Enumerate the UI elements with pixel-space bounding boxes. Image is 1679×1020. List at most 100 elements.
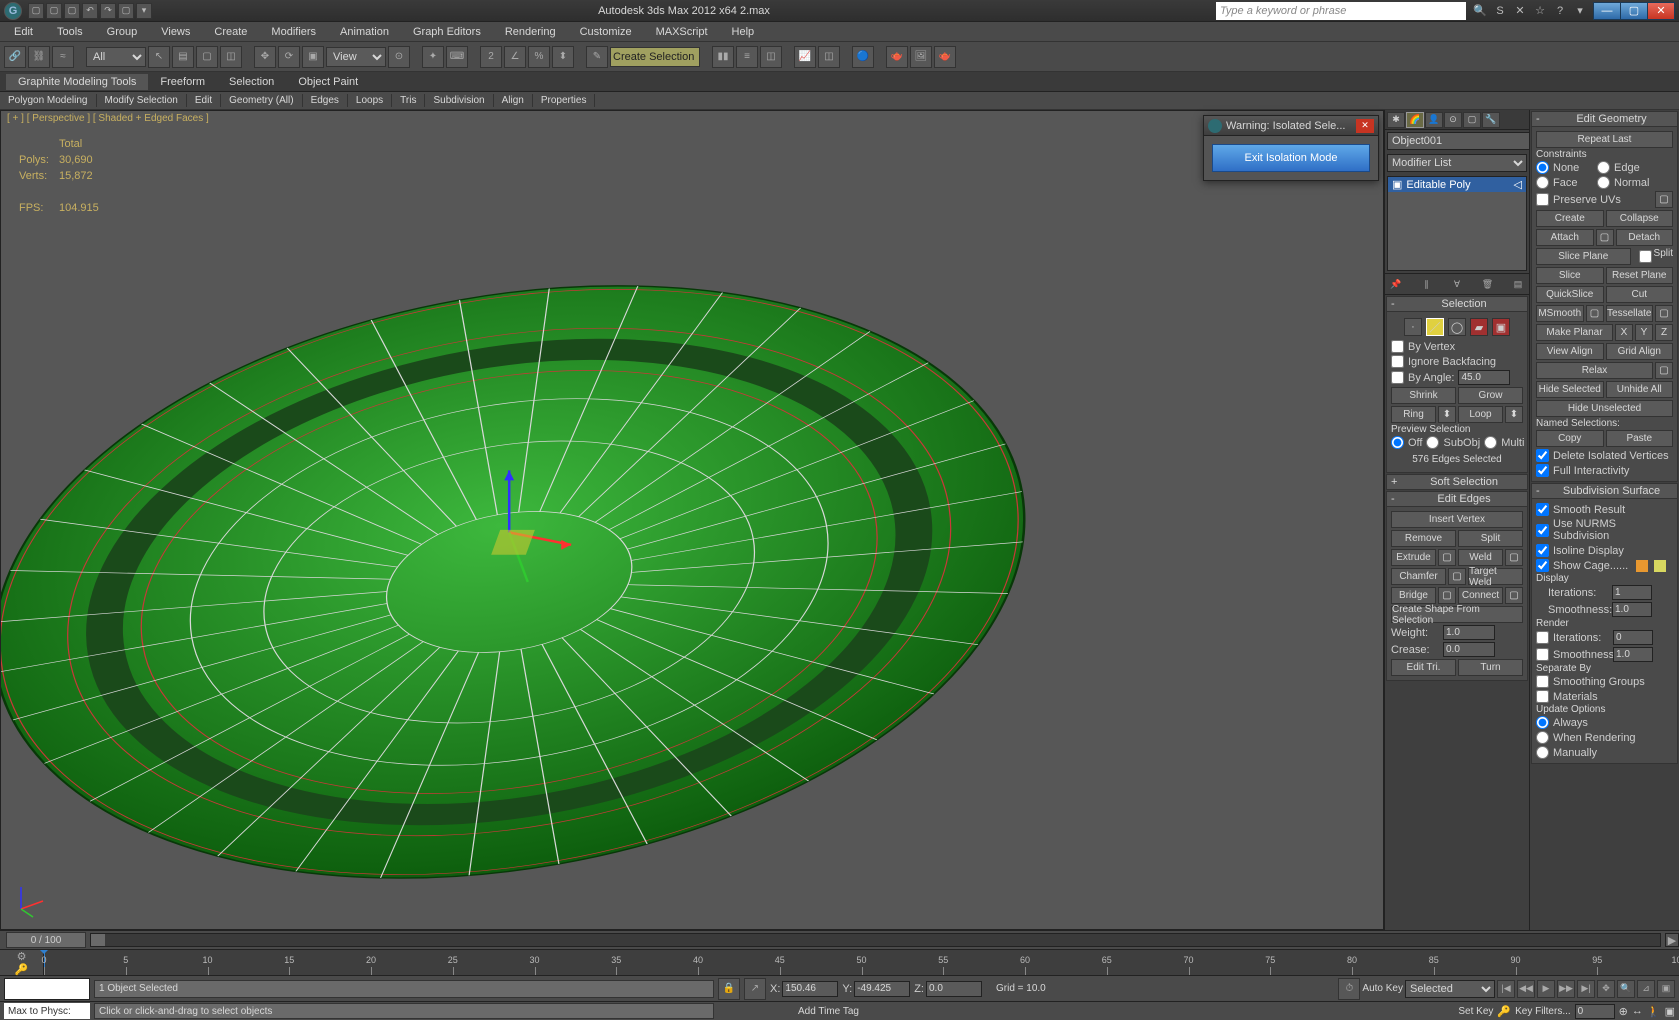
expand-icon[interactable]: ▣ <box>1392 178 1402 191</box>
qat-new-icon[interactable]: ▢ <box>28 3 44 19</box>
hide-selected-button[interactable]: Hide Selected <box>1536 381 1604 398</box>
turn-button[interactable]: Turn <box>1458 659 1523 676</box>
ribbon-sub-tris[interactable]: Tris <box>392 94 425 107</box>
pivot-icon[interactable]: ⊙ <box>388 46 410 68</box>
tessellate-button[interactable]: Tessellate <box>1606 305 1654 322</box>
isolation-dialog-titlebar[interactable]: Warning: Isolated Sele... ✕ <box>1204 116 1378 136</box>
maxscript-mini-listener[interactable]: Max to Physc: <box>4 1003 90 1019</box>
track-ruler[interactable]: 0510152025303540455055606570758085909510… <box>44 950 1679 975</box>
app-icon[interactable]: G <box>4 2 22 20</box>
paste-button[interactable]: Paste <box>1606 430 1674 447</box>
show-cage-checkbox[interactable] <box>1536 559 1549 572</box>
constraint-face-radio[interactable] <box>1536 176 1549 189</box>
add-time-tag-label[interactable]: Add Time Tag <box>798 1006 859 1017</box>
align-icon[interactable]: ≡ <box>736 46 758 68</box>
hide-unselected-button[interactable]: Hide Unselected <box>1536 400 1673 417</box>
lock-selection-icon[interactable]: 🔒 <box>718 978 740 1000</box>
slice-plane-button[interactable]: Slice Plane <box>1536 248 1631 265</box>
snap-percent-icon[interactable]: % <box>528 46 550 68</box>
snap-2d-icon[interactable]: 2 <box>480 46 502 68</box>
render-smoothness-input[interactable] <box>1613 647 1653 662</box>
extrude-button[interactable]: Extrude <box>1391 549 1436 566</box>
cut-button[interactable]: Cut <box>1606 286 1674 303</box>
pin-stack-icon[interactable]: 📌 <box>1389 277 1403 291</box>
make-planar-button[interactable]: Make Planar <box>1536 324 1613 341</box>
render-iterations-checkbox[interactable] <box>1536 631 1549 644</box>
key-mode-combo[interactable]: Selected <box>1405 980 1495 998</box>
render-icon[interactable]: 🫖 <box>934 46 956 68</box>
slice-button[interactable]: Slice <box>1536 267 1604 284</box>
attach-button[interactable]: Attach <box>1536 229 1594 246</box>
chamfer-settings-button[interactable]: ▢ <box>1448 568 1466 585</box>
help-dropdown-icon[interactable]: ▾ <box>1572 3 1588 19</box>
help-icon[interactable]: ? <box>1552 3 1568 19</box>
view-align-button[interactable]: View Align <box>1536 343 1604 360</box>
make-unique-icon[interactable]: ∀ <box>1450 277 1464 291</box>
ribbon-sub-edges[interactable]: Edges <box>303 94 348 107</box>
menu-edit[interactable]: Edit <box>2 24 45 40</box>
detach-button[interactable]: Detach <box>1616 229 1674 246</box>
stack-toggle-icon[interactable]: ◁ <box>1514 178 1522 191</box>
vertex-level-icon[interactable]: · <box>1404 318 1422 336</box>
edit-edges-rollout-header[interactable]: -Edit Edges <box>1386 491 1528 507</box>
window-crossing-icon[interactable]: ◫ <box>220 46 242 68</box>
menu-views[interactable]: Views <box>149 24 202 40</box>
viewport-label[interactable]: [ + ] [ Perspective ] [ Shaded + Edged F… <box>7 113 209 124</box>
remove-button[interactable]: Remove <box>1391 530 1456 547</box>
nav-fov-icon[interactable]: ⊿ <box>1637 980 1655 998</box>
unhide-all-button[interactable]: Unhide All <box>1606 381 1674 398</box>
grid-align-button[interactable]: Grid Align <box>1606 343 1674 360</box>
ribbon-sub-subdivision[interactable]: Subdivision <box>425 94 493 107</box>
ribbon-sub-align[interactable]: Align <box>494 94 533 107</box>
split-button[interactable]: Split <box>1458 530 1523 547</box>
show-end-result-icon[interactable]: ∥ <box>1420 277 1434 291</box>
target-weld-button[interactable]: Target Weld <box>1468 568 1523 585</box>
display-smoothness-input[interactable] <box>1612 602 1652 617</box>
reset-plane-button[interactable]: Reset Plane <box>1606 267 1674 284</box>
soft-selection-rollout-header[interactable]: +Soft Selection <box>1386 474 1528 490</box>
use-nurms-checkbox[interactable] <box>1536 524 1549 537</box>
menu-rendering[interactable]: Rendering <box>493 24 568 40</box>
exit-isolation-button[interactable]: Exit Isolation Mode <box>1212 144 1370 172</box>
copy-button[interactable]: Copy <box>1536 430 1604 447</box>
preview-multi-radio[interactable] <box>1484 436 1497 449</box>
render-setup-icon[interactable]: 🫖 <box>886 46 908 68</box>
menu-graph-editors[interactable]: Graph Editors <box>401 24 493 40</box>
nav-dolly-icon[interactable]: ↔ <box>1632 1005 1643 1017</box>
update-rendering-radio[interactable] <box>1536 731 1549 744</box>
ribbon-tab-objectpaint[interactable]: Object Paint <box>286 74 370 90</box>
menu-animation[interactable]: Animation <box>328 24 401 40</box>
constraint-edge-radio[interactable] <box>1597 161 1610 174</box>
element-level-icon[interactable]: ▣ <box>1492 318 1510 336</box>
preview-off-radio[interactable] <box>1391 436 1404 449</box>
motion-panel-icon[interactable]: ⊙ <box>1444 112 1462 128</box>
relax-settings-button[interactable]: ▢ <box>1655 362 1673 379</box>
binoculars-icon[interactable]: 🔍 <box>1472 3 1488 19</box>
configure-sets-icon[interactable]: ▤ <box>1511 277 1525 291</box>
menu-tools[interactable]: Tools <box>45 24 95 40</box>
nav-zoom-ext-icon[interactable]: ▣ <box>1657 980 1675 998</box>
time-slider-scrollbar[interactable] <box>90 933 1661 947</box>
create-button[interactable]: Create <box>1536 210 1604 227</box>
coord-y-input[interactable] <box>854 981 910 997</box>
connect-settings-button[interactable]: ▢ <box>1505 587 1523 604</box>
connect-button[interactable]: Connect <box>1458 587 1503 604</box>
select-object-icon[interactable]: ↖ <box>148 46 170 68</box>
menu-customize[interactable]: Customize <box>568 24 644 40</box>
nav-orbit-icon[interactable]: ⊕ <box>1619 1005 1628 1018</box>
sep-materials-checkbox[interactable] <box>1536 690 1549 703</box>
weld-button[interactable]: Weld <box>1458 549 1503 566</box>
planar-z-button[interactable]: Z <box>1655 324 1673 341</box>
collapse-button[interactable]: Collapse <box>1606 210 1674 227</box>
select-manip-icon[interactable]: ✦ <box>422 46 444 68</box>
help-s-icon[interactable]: S <box>1492 3 1508 19</box>
subdiv-rollout-header[interactable]: -Subdivision Surface <box>1531 483 1678 499</box>
update-always-radio[interactable] <box>1536 716 1549 729</box>
prev-frame-icon[interactable]: ◀◀ <box>1517 980 1535 998</box>
qat-redo-icon[interactable]: ↷ <box>100 3 116 19</box>
chamfer-button[interactable]: Chamfer <box>1391 568 1446 585</box>
ribbon-sub-geometry[interactable]: Geometry (All) <box>221 94 302 107</box>
menu-maxscript[interactable]: MAXScript <box>644 24 720 40</box>
material-editor-icon[interactable]: 🔵 <box>852 46 874 68</box>
coord-x-input[interactable] <box>782 981 838 997</box>
